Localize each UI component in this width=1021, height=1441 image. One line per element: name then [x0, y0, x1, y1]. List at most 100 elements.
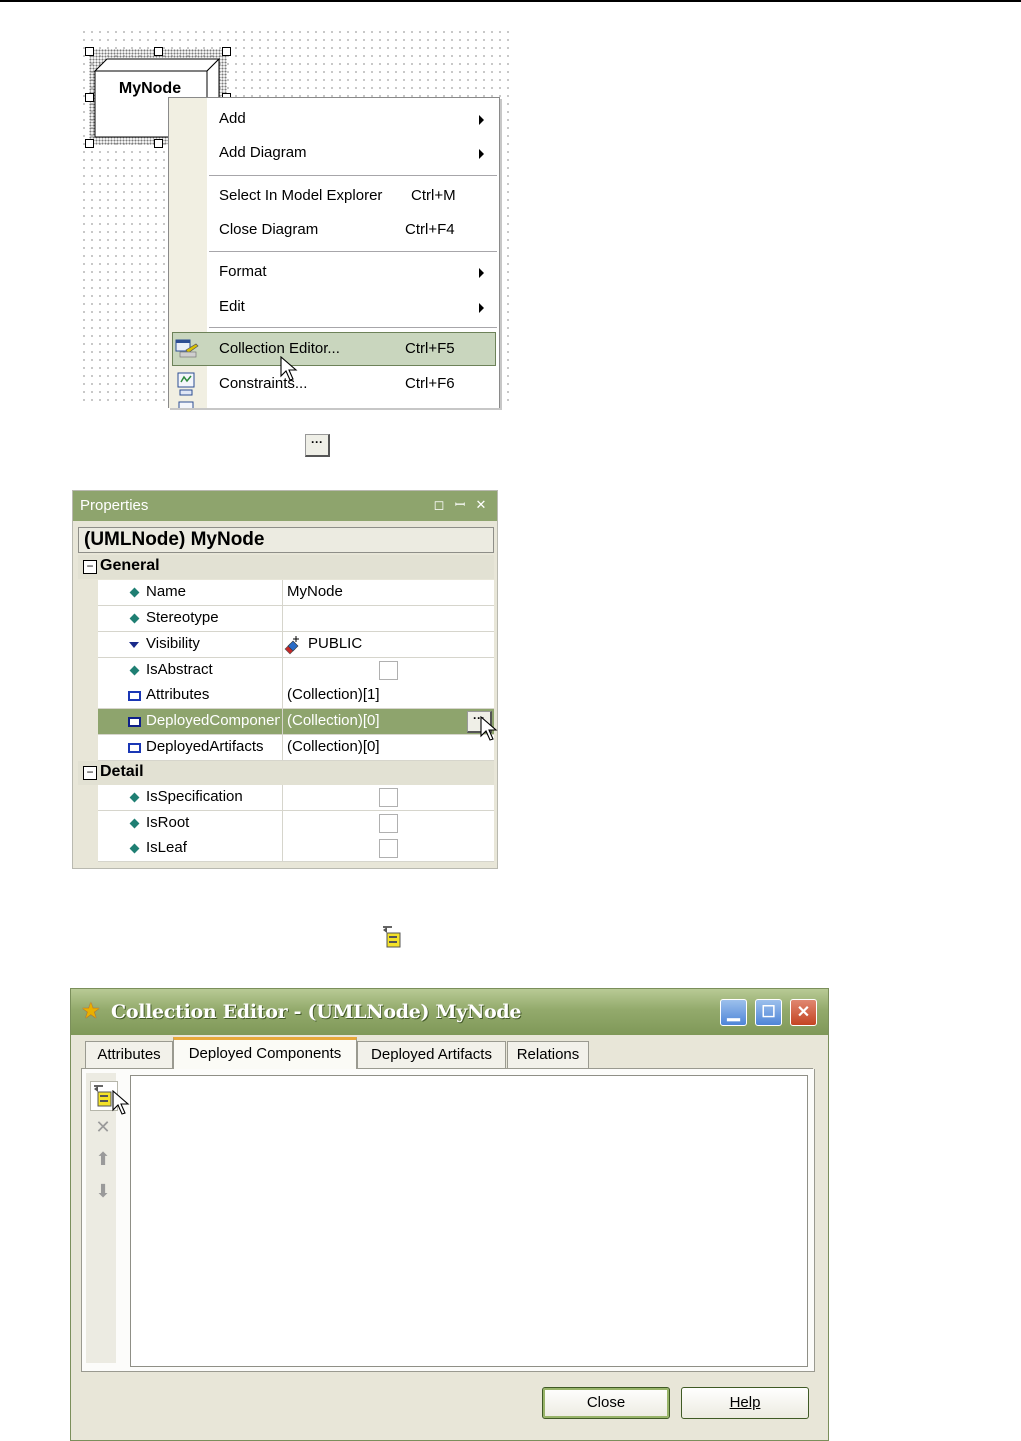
category-label: Detail	[100, 763, 144, 780]
collection-editor-icon	[175, 339, 199, 358]
menu-item-label: Add Diagram	[219, 144, 307, 161]
tab-deployed-artifacts[interactable]: Deployed Artifacts	[357, 1041, 506, 1068]
menu-separator	[209, 327, 497, 328]
property-row-stereotype[interactable]: Stereotype	[98, 606, 494, 632]
menu-item-select-in-model-explorer[interactable]: Select In Model Explorer Ctrl+M	[169, 179, 499, 213]
close-icon[interactable]: ✕	[475, 498, 487, 511]
window-title-bar[interactable]: ★ Collection Editor - (UMLNode) MyNode ▁…	[71, 989, 828, 1035]
menu-item-shortcut: Ctrl+F6	[405, 375, 455, 392]
resize-handle-nw[interactable]	[85, 47, 94, 56]
property-name: Name	[146, 583, 187, 600]
property-row-attributes[interactable]: Attributes (Collection)[1]	[98, 683, 494, 709]
resize-handle-s[interactable]	[154, 139, 163, 148]
menu-item-add-diagram[interactable]: Add Diagram	[169, 136, 499, 170]
collection-list[interactable]	[130, 1075, 808, 1367]
property-row-name[interactable]: Name MyNode	[98, 580, 494, 606]
menu-item-edit[interactable]: Edit	[169, 290, 499, 324]
tab-deployed-components[interactable]: Deployed Components	[173, 1037, 357, 1071]
tab-relations[interactable]: Relations	[507, 1041, 589, 1068]
resize-handle-ne[interactable]	[222, 47, 231, 56]
property-row-visibility[interactable]: Visibility PUBLIC	[98, 632, 494, 658]
property-name: IsRoot	[146, 814, 190, 831]
pin-icon[interactable]: ꟷ	[454, 498, 466, 511]
menu-item-constraints[interactable]: Constraints... Ctrl+F6	[169, 367, 499, 401]
menu-item-label: Select In Model Explorer	[219, 187, 383, 204]
tab-attributes[interactable]: Attributes	[85, 1041, 173, 1068]
submenu-arrow-icon	[479, 149, 484, 159]
menu-separator	[209, 175, 497, 176]
property-name: IsLeaf	[146, 839, 187, 856]
menu-item-shortcut: Ctrl+M	[411, 187, 456, 204]
property-row-isabstract[interactable]: IsAbstract	[98, 658, 494, 684]
resize-handle-sw[interactable]	[85, 139, 94, 148]
menu-item-label: Edit	[219, 298, 245, 315]
property-value[interactable]: (Collection)[0]	[287, 738, 380, 755]
menu-item-label: Collection Editor...	[219, 340, 340, 357]
collapse-icon[interactable]: −	[83, 766, 97, 780]
collection-editor-window: ★ Collection Editor - (UMLNode) MyNode ▁…	[70, 988, 829, 1441]
submenu-arrow-icon	[479, 115, 484, 125]
column-divider	[282, 836, 283, 862]
property-name: DeployedComponents	[146, 712, 280, 729]
menu-item-label: Close Diagram	[219, 221, 319, 238]
column-divider	[282, 811, 283, 837]
attribute-diamond-icon	[129, 665, 140, 676]
mouse-cursor-icon	[480, 716, 498, 741]
resize-handle-n[interactable]	[154, 47, 163, 56]
property-name: Visibility	[146, 635, 200, 652]
resize-handle-w[interactable]	[85, 93, 94, 102]
properties-element-header: (UMLNode) MyNode	[78, 527, 494, 553]
property-row-isspecification[interactable]: IsSpecification	[98, 785, 494, 811]
properties-panel: Properties ◻ ꟷ ✕ (UMLNode) MyNode − Gene…	[72, 490, 498, 869]
property-value[interactable]: MyNode	[287, 583, 343, 600]
submenu-arrow-icon	[479, 268, 484, 278]
menu-item-format[interactable]: Format	[169, 255, 499, 289]
property-row-isleaf[interactable]: IsLeaf	[98, 836, 494, 862]
float-window-icon[interactable]: ◻	[433, 498, 445, 511]
minimize-icon: ▁	[727, 1004, 740, 1021]
tab-content-panel: ✕ ⬆ ⬇	[81, 1069, 815, 1372]
delete-button[interactable]: ✕	[92, 1115, 114, 1139]
property-row-isroot[interactable]: IsRoot	[98, 811, 494, 837]
enum-triangle-icon	[129, 642, 139, 648]
isspecification-checkbox[interactable]	[379, 788, 398, 807]
help-button[interactable]: Help	[681, 1387, 809, 1419]
arrow-up-icon: ⬆	[95, 1149, 111, 1169]
menu-item-close-diagram[interactable]: Close Diagram Ctrl+F4	[169, 213, 499, 247]
move-up-button[interactable]: ⬆	[92, 1147, 114, 1171]
property-name: IsSpecification	[146, 788, 243, 805]
collapse-icon[interactable]: −	[83, 560, 97, 574]
isleaf-checkbox[interactable]	[379, 839, 398, 858]
attribute-diamond-icon	[129, 818, 140, 829]
menu-icon-partial	[178, 401, 194, 408]
column-divider	[282, 709, 283, 735]
arrow-down-icon: ⬇	[95, 1181, 111, 1201]
ellipsis-button[interactable]: ···	[305, 434, 330, 457]
minimize-button[interactable]: ▁	[720, 999, 747, 1026]
property-value[interactable]: PUBLIC	[308, 635, 362, 652]
property-value[interactable]: (Collection)[1]	[287, 686, 380, 703]
isroot-checkbox[interactable]	[379, 814, 398, 833]
move-down-button[interactable]: ⬇	[92, 1179, 114, 1203]
column-divider	[282, 735, 283, 761]
menu-item-add[interactable]: Add	[169, 102, 499, 136]
attribute-diamond-icon	[129, 587, 140, 598]
maximize-button[interactable]: ☐	[755, 999, 782, 1026]
public-visibility-icon	[284, 636, 299, 655]
add-component-icon	[378, 922, 410, 954]
property-row-deployedartifacts[interactable]: DeployedArtifacts (Collection)[0]	[98, 735, 494, 761]
property-value[interactable]: (Collection)[0]	[287, 712, 380, 729]
category-detail[interactable]: − Detail	[78, 761, 494, 785]
isabstract-checkbox[interactable]	[379, 661, 398, 680]
category-general[interactable]: − General	[78, 555, 494, 579]
submenu-arrow-icon	[479, 303, 484, 313]
column-divider	[282, 683, 283, 709]
close-button[interactable]: Close	[542, 1387, 670, 1419]
property-name: IsAbstract	[146, 661, 213, 678]
mouse-cursor-icon	[112, 1090, 130, 1115]
menu-separator	[209, 251, 497, 252]
property-row-deployedcomponents[interactable]: DeployedComponents (Collection)[0] ···	[98, 709, 494, 735]
property-name: DeployedArtifacts	[146, 738, 264, 755]
menu-item-collection-editor[interactable]: Collection Editor... Ctrl+F5	[169, 332, 499, 366]
close-window-button[interactable]: ✕	[790, 999, 817, 1026]
